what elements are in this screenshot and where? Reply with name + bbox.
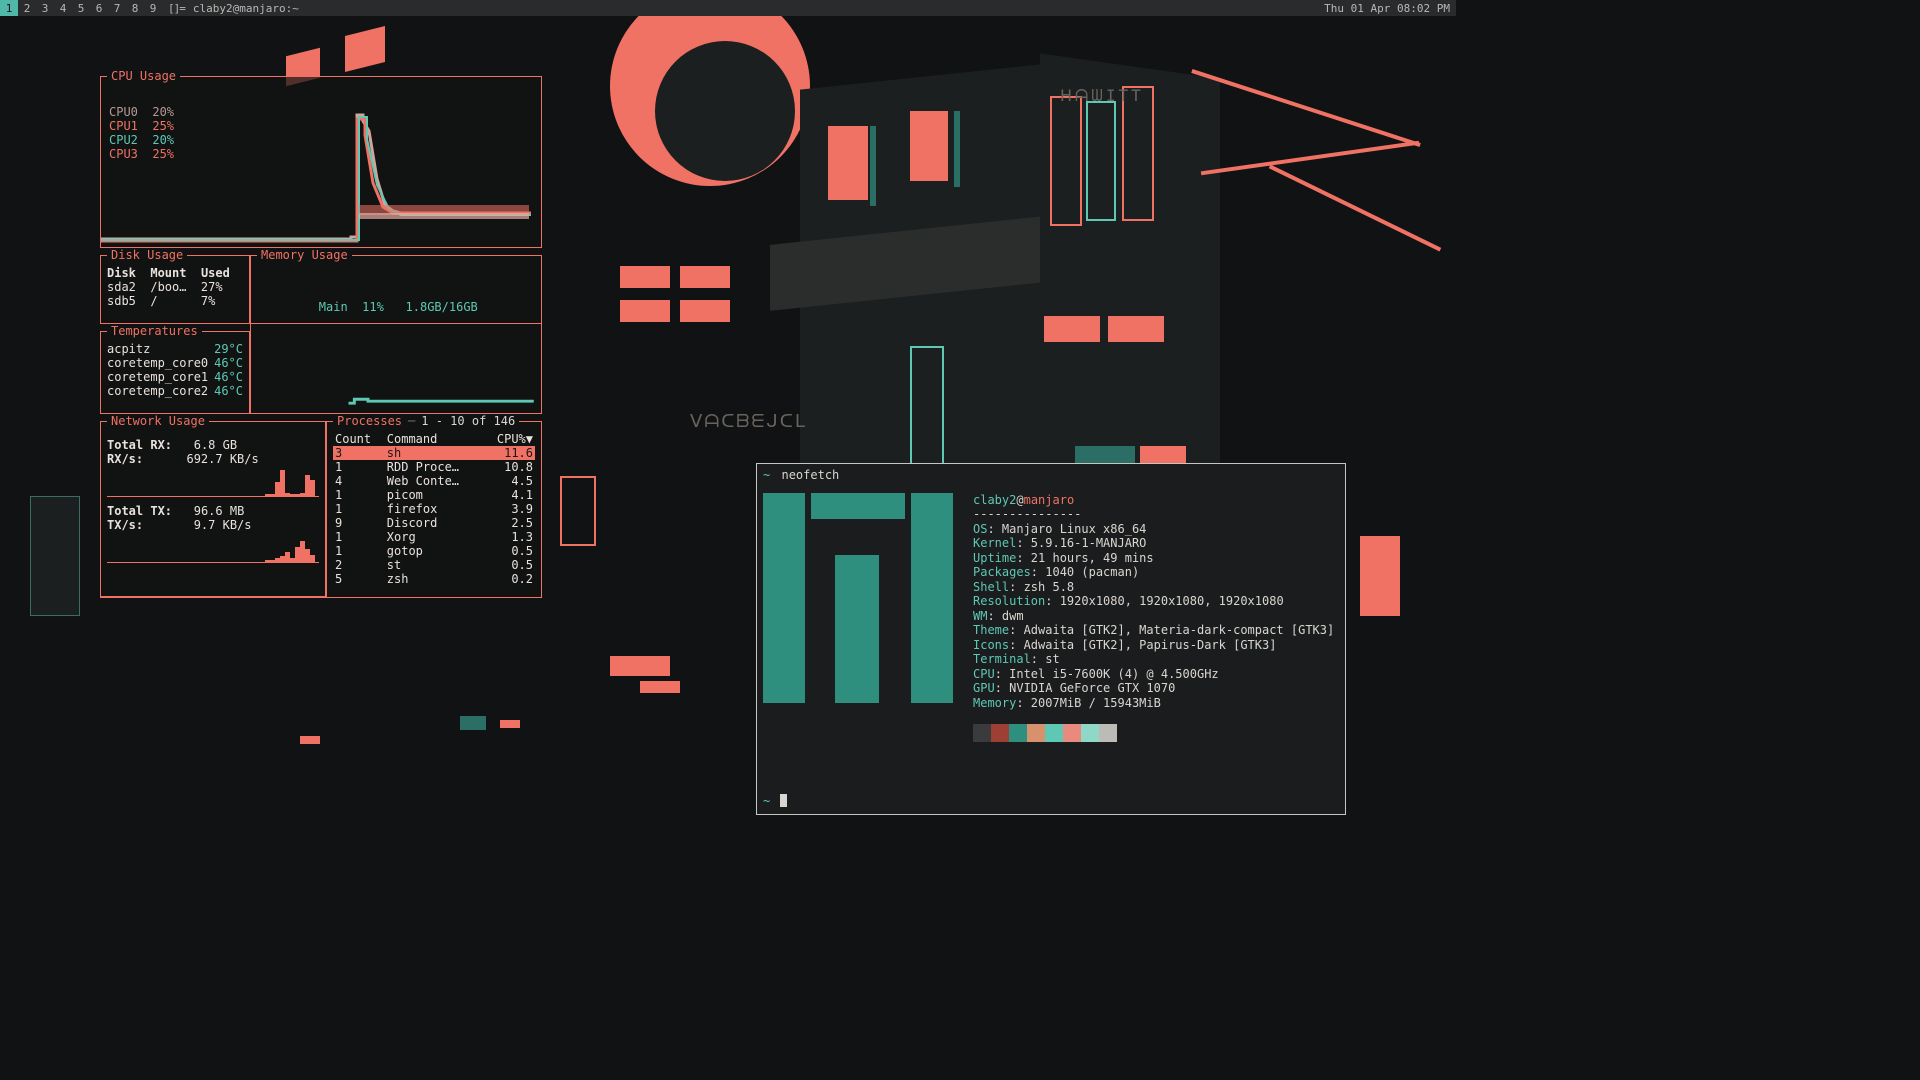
- neofetch-line: CPU: Intel i5-7600K (4) @ 4.500GHz: [973, 667, 1334, 682]
- wallpaper-sign-1: ᐯᗩᑕᗷᗴᒍᑕᒪ: [690, 411, 807, 432]
- cpu-usage-box: CPU Usage CPU0 20%CPU1 25%CPU2 20%CPU3 2…: [100, 69, 542, 248]
- workspace-2[interactable]: 2: [18, 0, 36, 16]
- process-row[interactable]: 9Discord2.5: [333, 516, 535, 530]
- temperatures-title: Temperatures: [107, 324, 202, 338]
- neofetch-line: Terminal: st: [973, 652, 1334, 667]
- workspace-switcher[interactable]: 123456789: [0, 0, 162, 16]
- process-row[interactable]: 1picom4.1: [333, 488, 535, 502]
- process-row[interactable]: 2st0.5: [333, 558, 535, 572]
- distro-logo-icon: [763, 493, 953, 703]
- terminal-prompt[interactable]: ~: [763, 794, 787, 809]
- processes-box[interactable]: Processes─1 - 10 of 146 Count Command CP…: [326, 414, 542, 598]
- net-tx-rate: 9.7 KB/s: [194, 518, 252, 532]
- color-swatch: [1099, 724, 1117, 742]
- neofetch-info: claby2@manjaro --------------- OS: Manja…: [973, 493, 1334, 743]
- clock: Thu 01 Apr 08:02 PM: [1324, 2, 1450, 15]
- net-rx-chart: [107, 466, 319, 496]
- neofetch-line: WM: dwm: [973, 609, 1334, 624]
- workspace-1[interactable]: 1: [0, 0, 18, 16]
- net-tx-chart: [107, 532, 319, 562]
- top-bar: 123456789 []= claby2@manjaro:~ Thu 01 Ap…: [0, 0, 1456, 16]
- temperature-row: coretemp_core146°C: [107, 370, 243, 384]
- process-row[interactable]: 1firefox3.9: [333, 502, 535, 516]
- color-swatch: [1009, 724, 1027, 742]
- net-rx-rate: 692.7 KB/s: [186, 452, 258, 466]
- disk-usage-title: Disk Usage: [107, 248, 187, 262]
- gotop-panel: CPU Usage CPU0 20%CPU1 25%CPU2 20%CPU3 2…: [100, 69, 542, 598]
- neofetch-line: Packages: 1040 (pacman): [973, 565, 1334, 580]
- process-row[interactable]: 1RDD Proce…10.8: [333, 460, 535, 474]
- disk-row: sdb5 / 7%: [107, 294, 243, 308]
- terminal-line-cmd: ~ neofetch: [763, 468, 1339, 483]
- neofetch-user-host: claby2@manjaro: [973, 493, 1334, 508]
- color-swatch: [973, 724, 991, 742]
- memory-usage-title: Memory Usage: [257, 248, 352, 262]
- network-usage-box: Network Usage Total RX: 6.8 GB RX/s: 692…: [100, 414, 326, 598]
- neofetch-line: GPU: NVIDIA GeForce GTX 1070: [973, 681, 1334, 696]
- memory-chart-box: [250, 324, 542, 414]
- process-row[interactable]: 4Web Conte…4.5: [333, 474, 535, 488]
- window-title: claby2@manjaro:~: [193, 2, 299, 15]
- neofetch-line: Shell: zsh 5.8: [973, 580, 1334, 595]
- workspace-7[interactable]: 7: [108, 0, 126, 16]
- neofetch-line: Uptime: 21 hours, 49 mins: [973, 551, 1334, 566]
- cpu-usage-title: CPU Usage: [107, 69, 180, 83]
- temperatures-box: Temperatures acpitz29°Ccoretemp_core046°…: [100, 324, 250, 414]
- neofetch-line: Memory: 2007MiB / 15943MiB: [973, 696, 1334, 711]
- network-usage-title: Network Usage: [107, 414, 209, 428]
- workspace-5[interactable]: 5: [72, 0, 90, 16]
- disk-row: sda2 /boo… 27%: [107, 280, 243, 294]
- color-swatch: [1027, 724, 1045, 742]
- neofetch-line: Resolution: 1920x1080, 1920x1080, 1920x1…: [973, 594, 1334, 609]
- workspace-3[interactable]: 3: [36, 0, 54, 16]
- processes-table[interactable]: Count Command CPU%▼ 3sh11.61RDD Proce…10…: [333, 432, 535, 586]
- workspace-8[interactable]: 8: [126, 0, 144, 16]
- neofetch-line: Icons: Adwaita [GTK2], Papirus-Dark [GTK…: [973, 638, 1334, 653]
- process-row[interactable]: 1Xorg1.3: [333, 530, 535, 544]
- process-row[interactable]: 1gotop0.5: [333, 544, 535, 558]
- disk-usage-box: Disk Usage Disk Mount Used sda2 /boo… 27…: [100, 248, 250, 324]
- color-swatch: [1081, 724, 1099, 742]
- workspace-6[interactable]: 6: [90, 0, 108, 16]
- color-swatch: [991, 724, 1009, 742]
- neofetch-line: Theme: Adwaita [GTK2], Materia-dark-comp…: [973, 623, 1334, 638]
- process-row[interactable]: 5zsh0.2: [333, 572, 535, 586]
- neofetch-color-swatches: [973, 724, 1334, 742]
- cpu-usage-chart: [101, 113, 531, 243]
- temperature-row: coretemp_core046°C: [107, 356, 243, 370]
- neofetch-line: OS: Manjaro Linux x86_64: [973, 522, 1334, 537]
- workspace-4[interactable]: 4: [54, 0, 72, 16]
- cursor-icon: [780, 794, 787, 807]
- prompt-arrow-icon: ~: [763, 468, 770, 482]
- workspace-9[interactable]: 9: [144, 0, 162, 16]
- memory-chart: [251, 331, 534, 409]
- temperature-row: acpitz29°C: [107, 342, 243, 356]
- wallpaper-sign-2: ᕼᗩᗯITT: [1060, 86, 1144, 106]
- memory-line: Main 11% 1.8GB/16GB: [261, 286, 478, 328]
- processes-title: Processes─1 - 10 of 146: [333, 414, 519, 428]
- memory-usage-box: Memory Usage Main 11% 1.8GB/16GB: [250, 248, 542, 324]
- temperature-row: coretemp_core246°C: [107, 384, 243, 398]
- neofetch-terminal[interactable]: ~ neofetch claby2@manjaro --------------…: [756, 463, 1346, 815]
- color-swatch: [1045, 724, 1063, 742]
- color-swatch: [1063, 724, 1081, 742]
- process-row[interactable]: 3sh11.6: [333, 446, 535, 460]
- net-tx-total: 96.6 MB: [194, 504, 245, 518]
- neofetch-line: Kernel: 5.9.16-1-MANJARO: [973, 536, 1334, 551]
- layout-indicator: []=: [168, 2, 185, 15]
- prompt-arrow-icon: ~: [763, 794, 770, 809]
- net-rx-total: 6.8 GB: [194, 438, 237, 452]
